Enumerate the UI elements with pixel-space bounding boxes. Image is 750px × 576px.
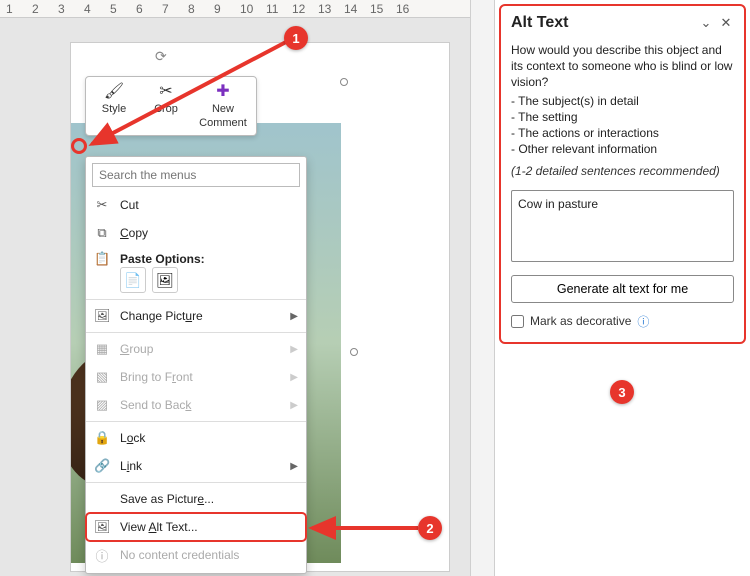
menu-search-input[interactable] (92, 163, 300, 187)
pane-bullet: The setting (511, 109, 734, 125)
menu-label: Bring to Front (120, 370, 193, 384)
context-menu: ✂ Cut ⧉ Copy 📋 Paste Options: 📄 🖼 🖼 Chan… (85, 156, 307, 574)
pane-header: Alt Text ⌄ ✕ (501, 6, 744, 38)
menu-separator (86, 332, 306, 333)
send-back-icon: ▨ (94, 397, 110, 413)
menu-label: Paste Options: (120, 252, 205, 266)
new-comment-icon: ✚ (196, 83, 250, 101)
callout-badge-2: 2 (418, 516, 442, 540)
pane-hint: (1-2 detailed sentences recommended) (511, 163, 734, 179)
change-picture-icon: 🖼 (94, 308, 110, 324)
pane-bullet: Other relevant information (511, 141, 734, 157)
menu-bring-to-front: ▧ Bring to Front ▶ (86, 363, 306, 391)
menu-link[interactable]: 🔗 Link ▶ (86, 452, 306, 480)
menu-label: Lock (120, 431, 145, 445)
menu-lock[interactable]: 🔒 Lock (86, 424, 306, 452)
paste-option-keep-source[interactable]: 📄 (120, 267, 146, 293)
mark-decorative-row[interactable]: Mark as decorative ⓘ (501, 313, 744, 334)
menu-label: Link (120, 459, 142, 473)
pane-intro-text: How would you describe this object and i… (511, 42, 734, 91)
chevron-right-icon: ▶ (290, 344, 298, 355)
alt-text-pane: Alt Text ⌄ ✕ How would you describe this… (495, 0, 750, 576)
paste-options-heading: 📋 Paste Options: (86, 247, 306, 267)
generate-alt-text-button[interactable]: Generate alt text for me (511, 275, 734, 303)
mark-decorative-label: Mark as decorative (530, 314, 631, 328)
ruler-margin-area (0, 18, 470, 32)
menu-label: View Alt Text... (120, 520, 198, 534)
bring-front-icon: ▧ (94, 369, 110, 385)
pane-instructions: How would you describe this object and i… (501, 38, 744, 182)
crop-label: Crop (154, 103, 178, 115)
menu-no-credentials: ⓘ No content credentials (86, 541, 306, 569)
info-icon[interactable]: ⓘ (637, 313, 649, 330)
menu-label: Copy (120, 226, 148, 240)
menu-label: Change Picture (120, 309, 203, 323)
paste-icon: 📋 (94, 251, 110, 267)
rotate-handle-icon[interactable]: ⟳ (155, 48, 167, 65)
info-icon: ⓘ (94, 546, 110, 565)
lock-icon: 🔒 (94, 430, 110, 446)
alt-text-icon: 🖼 (94, 519, 110, 535)
new-comment-button[interactable]: ✚ New Comment (194, 81, 252, 131)
menu-separator (86, 421, 306, 422)
chevron-right-icon: ▶ (290, 372, 298, 383)
menu-copy[interactable]: ⧉ Copy (86, 219, 306, 247)
pane-bullet: The subject(s) in detail (511, 93, 734, 109)
style-icon: 🖌 (92, 83, 136, 101)
menu-cut[interactable]: ✂ Cut (86, 191, 306, 219)
style-button[interactable]: 🖌 Style (90, 81, 138, 131)
callout-badge-3: 3 (610, 380, 634, 404)
selection-handle[interactable] (350, 348, 358, 356)
menu-label: No content credentials (120, 548, 239, 562)
chevron-right-icon: ▶ (290, 311, 298, 322)
menu-send-to-back: ▨ Send to Back ▶ (86, 391, 306, 419)
crop-icon: ✂ (144, 83, 188, 101)
new-comment-label: New Comment (199, 103, 247, 129)
alt-text-pane-highlight: Alt Text ⌄ ✕ How would you describe this… (499, 4, 746, 344)
chevron-down-icon[interactable]: ⌄ (696, 15, 716, 31)
menu-change-picture[interactable]: 🖼 Change Picture ▶ (86, 302, 306, 330)
link-icon: 🔗 (94, 458, 110, 474)
menu-view-alt-text[interactable]: 🖼 View Alt Text... (86, 513, 306, 541)
menu-search[interactable] (92, 163, 300, 187)
menu-save-as-picture[interactable]: Save as Picture... (86, 485, 306, 513)
crop-button[interactable]: ✂ Crop (142, 81, 190, 131)
mark-decorative-checkbox[interactable] (511, 315, 524, 328)
pane-bullet: The actions or interactions (511, 125, 734, 141)
chevron-right-icon: ▶ (290, 461, 298, 472)
group-icon: ▦ (94, 341, 110, 357)
menu-separator (86, 299, 306, 300)
menu-label: Save as Picture... (120, 492, 214, 506)
pane-resize-divider[interactable] (470, 0, 495, 576)
mini-toolbar: 🖌 Style ✂ Crop ✚ New Comment (85, 76, 257, 136)
pane-title: Alt Text (511, 14, 696, 32)
callout-target-circle (71, 138, 87, 154)
callout-badge-1: 1 (284, 26, 308, 50)
menu-label: Send to Back (120, 398, 191, 412)
close-icon[interactable]: ✕ (716, 15, 736, 31)
style-label: Style (102, 103, 126, 115)
paste-option-picture[interactable]: 🖼 (152, 267, 178, 293)
copy-icon: ⧉ (94, 225, 110, 241)
paste-options-row: 📄 🖼 (86, 267, 306, 297)
menu-label: Group (120, 342, 153, 356)
menu-separator (86, 482, 306, 483)
chevron-right-icon: ▶ (290, 400, 298, 411)
alt-text-input[interactable] (511, 190, 734, 262)
menu-label: Cut (120, 198, 139, 212)
cut-icon: ✂ (94, 197, 110, 213)
selection-handle[interactable] (340, 78, 348, 86)
menu-group: ▦ Group ▶ (86, 335, 306, 363)
horizontal-ruler: 1 2 3 4 5 6 7 8 9 10 11 12 13 14 15 16 (0, 0, 470, 18)
